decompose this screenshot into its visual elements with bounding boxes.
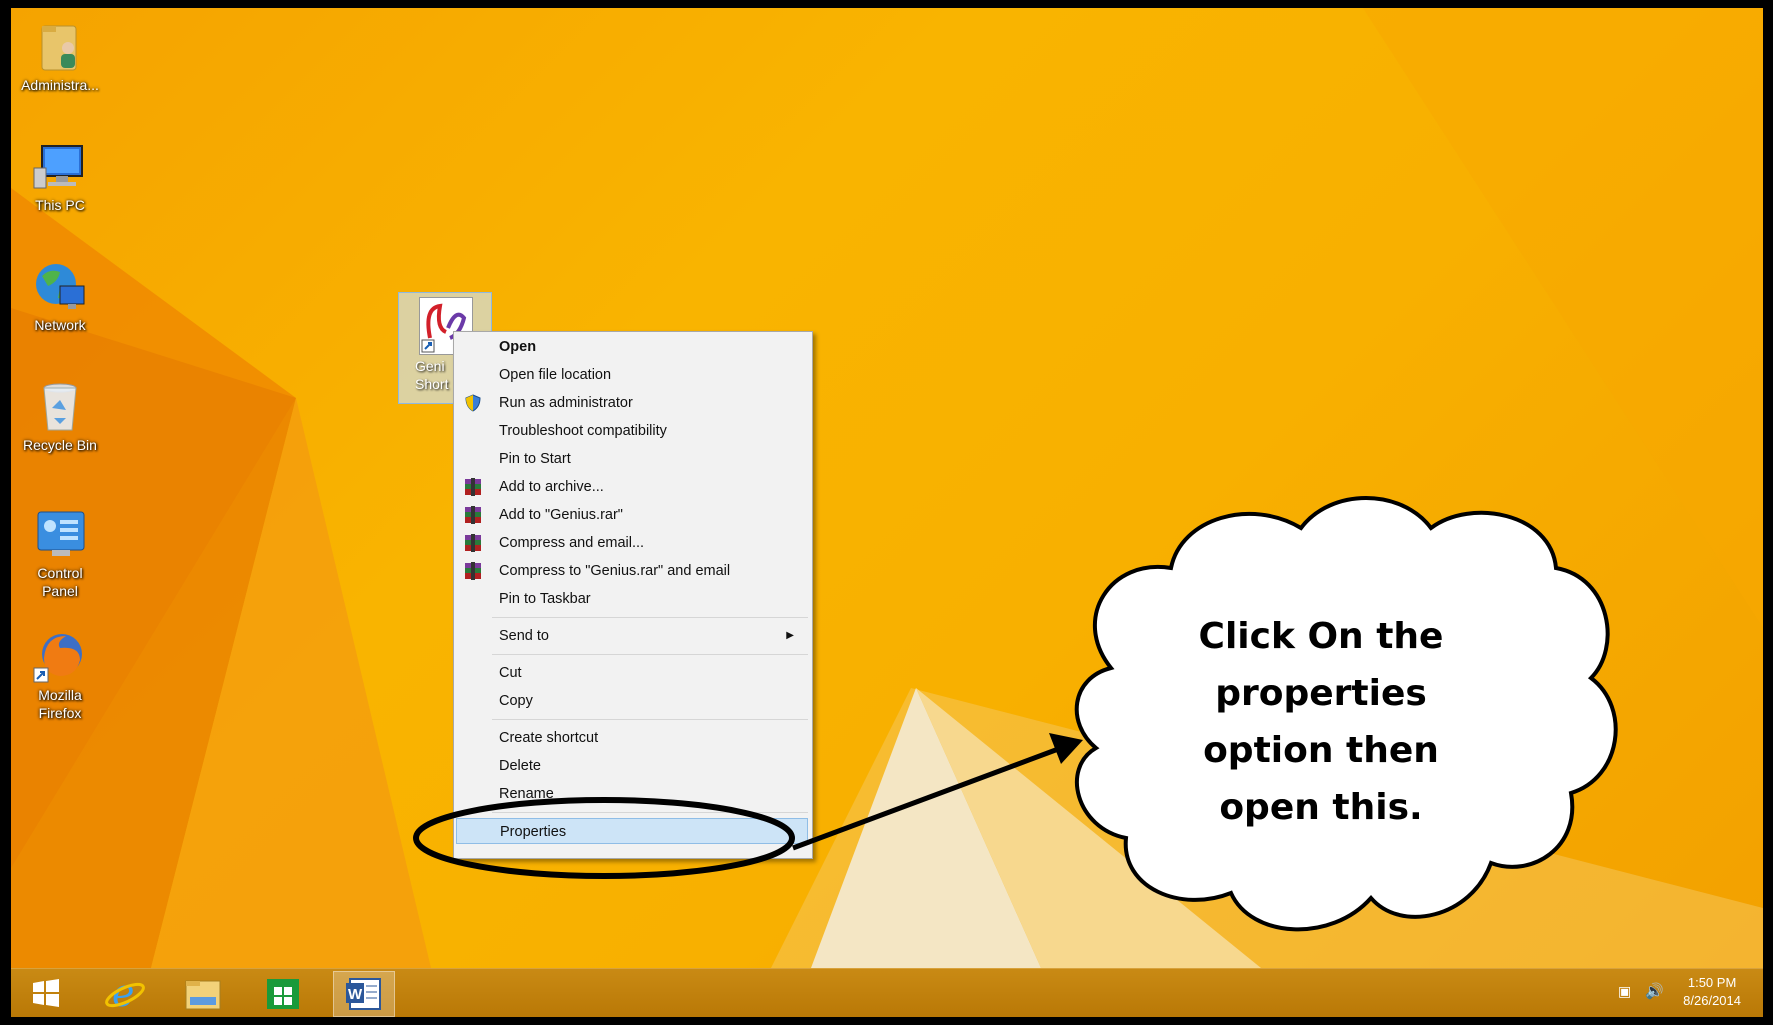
- pointer-arrow-line: [792, 742, 1070, 851]
- file-explorer-icon[interactable]: [174, 971, 232, 1015]
- cloud-text-line: open this.: [1219, 787, 1423, 828]
- cloud-text-line: properties: [1215, 673, 1427, 714]
- cloud-text-line: option then: [1203, 730, 1439, 771]
- system-clock[interactable]: 1:50 PM 8/26/2014: [1683, 974, 1741, 1010]
- screenshot-frame: Administra... This PC Network Recycle Bi…: [0, 0, 1773, 1025]
- desktop[interactable]: Administra... This PC Network Recycle Bi…: [11, 8, 1763, 1017]
- start-button[interactable]: [17, 971, 75, 1015]
- word-icon[interactable]: W: [333, 971, 395, 1017]
- cloud-text-line: Click On the: [1198, 616, 1444, 657]
- taskbar: e W ▣ 🔊 1:50 PM 8/26/2014: [11, 968, 1763, 1017]
- cloud-instruction-text: Click On the properties option then open…: [1141, 608, 1501, 836]
- annotation-overlay: [413, 496, 1618, 932]
- svg-text:W: W: [348, 986, 363, 1003]
- store-icon[interactable]: [254, 971, 312, 1015]
- clock-date: 8/26/2014: [1683, 993, 1741, 1008]
- clock-time: 1:50 PM: [1687, 975, 1737, 990]
- volume-tray-icon[interactable]: 🔊: [1645, 982, 1665, 1000]
- internet-explorer-icon[interactable]: e: [95, 971, 153, 1015]
- highlight-ellipse: [413, 797, 795, 879]
- network-tray-icon[interactable]: ▣: [1618, 983, 1638, 1001]
